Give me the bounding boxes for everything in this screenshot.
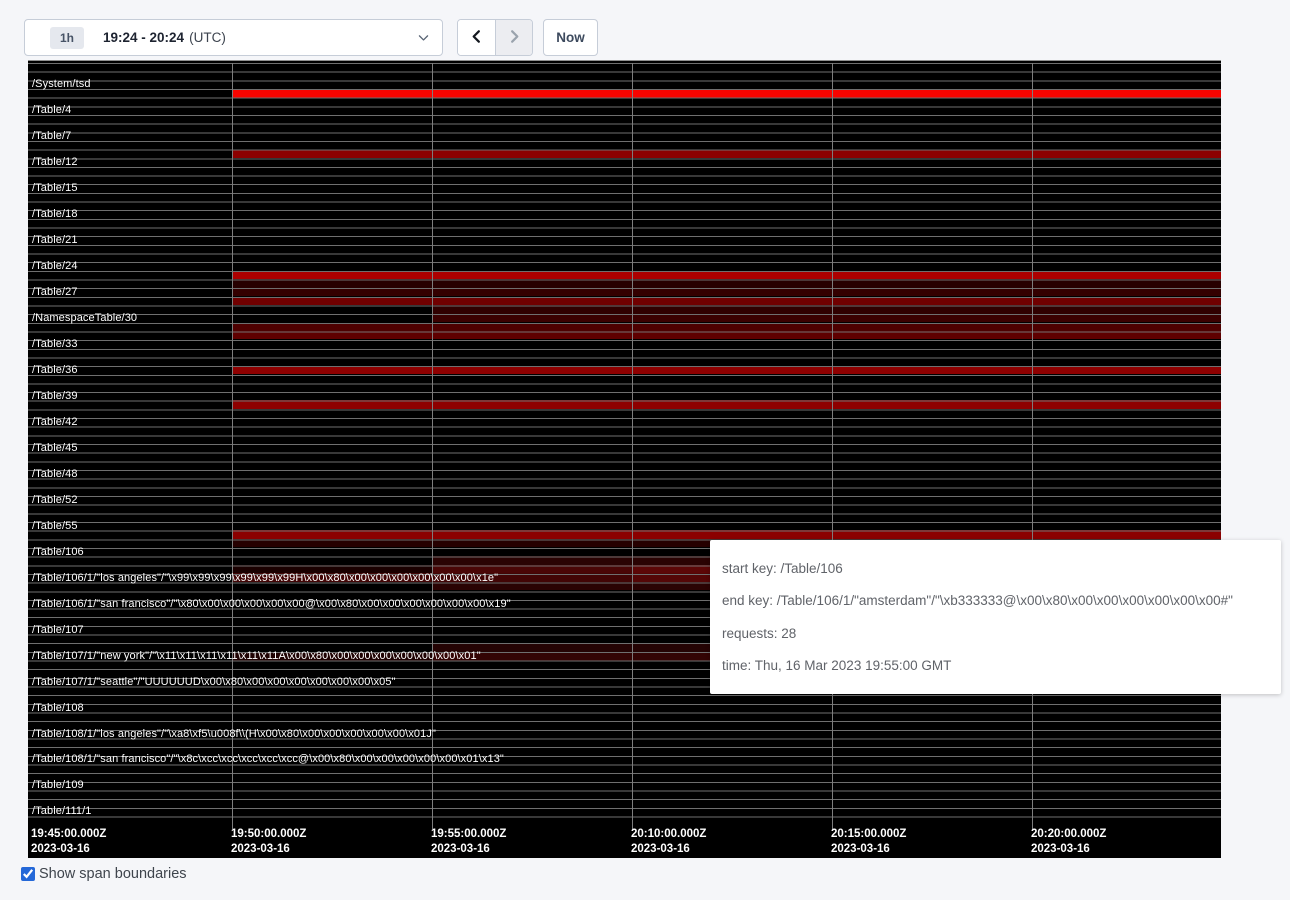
row-label: /Table/24 — [32, 261, 78, 271]
row-label: /Table/7 — [32, 131, 71, 141]
x-axis-label: 20:15:00.000Z2023-03-16 — [831, 827, 906, 857]
heat-band — [232, 150, 1221, 159]
heat-band — [232, 366, 1221, 375]
heat-band — [232, 530, 1221, 539]
show-span-boundaries-checkbox[interactable] — [21, 867, 35, 881]
time-range-dropdown[interactable]: 1h 19:24 - 20:24 (UTC) — [24, 19, 443, 56]
time-gridline — [1032, 63, 1033, 829]
row-label: /Table/109 — [32, 780, 84, 790]
time-range-nav — [457, 19, 533, 56]
tooltip-time: time: Thu, 16 Mar 2023 19:55:00 GMT — [722, 658, 1269, 673]
heat-band — [232, 573, 632, 582]
prev-range-button[interactable] — [458, 20, 495, 55]
row-label: /Table/4 — [32, 105, 71, 115]
x-axis-label: 19:50:00.000Z2023-03-16 — [231, 827, 306, 857]
row-label: /Table/106/1/"los angeles"/"\x99\x99\x99… — [32, 573, 498, 583]
row-label: /Table/106 — [32, 547, 84, 557]
row-label: /NamespaceTable/30 — [32, 313, 137, 323]
span-tooltip: start key: /Table/106 end key: /Table/10… — [710, 540, 1281, 694]
row-label: /Table/107/1/"new york"/"\x11\x11\x11\x1… — [32, 651, 481, 661]
heat-band — [232, 90, 1221, 99]
chevron-left-icon — [469, 28, 484, 48]
next-range-button[interactable] — [495, 20, 532, 55]
row-label: /Table/107 — [32, 625, 84, 635]
heat-band — [432, 305, 1221, 314]
x-axis-label: 20:10:00.000Z2023-03-16 — [631, 827, 706, 857]
row-label: /Table/21 — [32, 235, 78, 245]
tooltip-start-key: start key: /Table/106 — [722, 561, 1269, 576]
tooltip-end-key: end key: /Table/106/1/"amsterdam"/"\xb33… — [722, 593, 1269, 608]
time-gridline — [632, 63, 633, 829]
key-visualizer-canvas[interactable]: /System/tsd/Table/4/Table/7/Table/12/Tab… — [28, 60, 1221, 858]
now-button[interactable]: Now — [543, 19, 598, 56]
x-axis-label: 20:20:00.000Z2023-03-16 — [1031, 827, 1106, 857]
row-label: /Table/48 — [32, 469, 78, 479]
chevron-right-icon — [507, 28, 522, 48]
range-duration-badge: 1h — [50, 27, 84, 49]
row-label: /Table/55 — [32, 521, 78, 531]
heat-band — [432, 565, 632, 574]
heat-band — [232, 652, 432, 661]
row-gridlines — [28, 63, 1221, 825]
row-label: /Table/36 — [32, 365, 78, 375]
show-span-boundaries-control[interactable]: Show span boundaries — [21, 866, 187, 882]
tooltip-requests: requests: 28 — [722, 626, 1269, 641]
show-span-boundaries-label: Show span boundaries — [39, 866, 187, 882]
row-label: /Table/18 — [32, 209, 78, 219]
time-gridline — [432, 63, 433, 829]
row-label: /Table/39 — [32, 391, 78, 401]
heat-band — [232, 288, 1221, 297]
time-gridline — [232, 63, 233, 829]
row-label: /Table/33 — [32, 339, 78, 349]
heat-band — [232, 565, 432, 574]
time-gridline — [832, 63, 833, 829]
heat-band — [232, 400, 1221, 409]
row-label: /Table/52 — [32, 495, 78, 505]
heat-band — [232, 271, 1221, 280]
row-label: /Table/12 — [32, 157, 78, 167]
time-range-timezone: (UTC) — [189, 30, 226, 45]
row-label: /Table/111/1 — [32, 806, 92, 816]
heat-band — [232, 331, 1221, 339]
row-label: /Table/108/1/"los angeles"/"\xa8\xf5\u00… — [32, 729, 436, 739]
heat-band — [232, 297, 1221, 306]
x-axis-label: 19:55:00.000Z2023-03-16 — [431, 827, 506, 857]
row-label: /System/tsd — [32, 79, 91, 89]
row-label: /Table/27 — [32, 287, 78, 297]
row-label: /Table/108/1/"san francisco"/"\x8c\xcc\x… — [32, 754, 504, 764]
heat-band — [432, 314, 1221, 323]
row-label: /Table/42 — [32, 417, 78, 427]
heat-band — [232, 323, 1221, 332]
row-label: /Table/45 — [32, 443, 78, 453]
heat-band — [232, 279, 1221, 288]
x-axis-label: 19:45:00.000Z2023-03-16 — [31, 827, 106, 857]
row-label: /Table/108 — [32, 703, 84, 713]
time-range-label: 19:24 - 20:24 — [103, 30, 184, 45]
row-label: /Table/107/1/"seattle"/"UUUUUUD\x00\x80\… — [32, 677, 396, 687]
chevron-down-icon — [417, 31, 430, 44]
row-label: /Table/15 — [32, 183, 78, 193]
row-label: /Table/106/1/"san francisco"/"\x80\x00\x… — [32, 599, 511, 609]
